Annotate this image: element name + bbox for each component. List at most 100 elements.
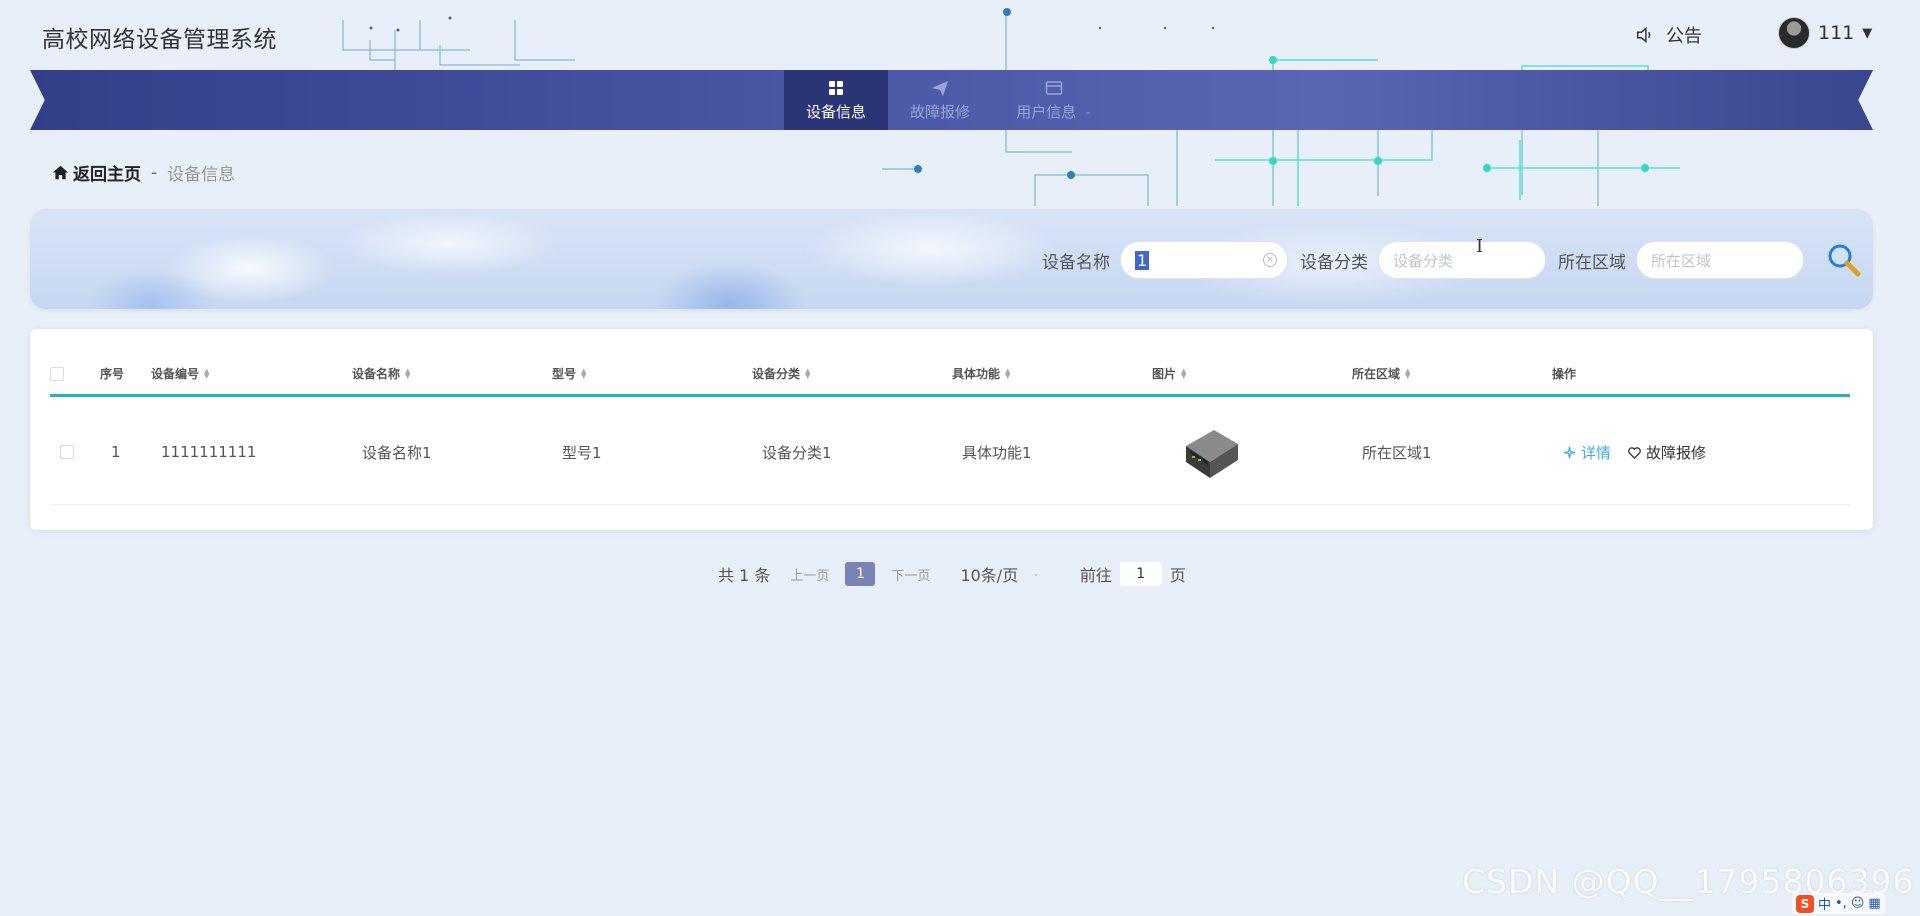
search-form: 设备名称 1 × 设备分类 设备分类 所在区域 所在区域 xyxy=(1042,240,1864,280)
category-placeholder: 设备分类 xyxy=(1393,251,1454,270)
column-header: 所在区域 xyxy=(1352,367,1401,381)
text-cursor-icon: I xyxy=(1476,236,1484,257)
detail-label: 详情 xyxy=(1581,443,1612,462)
category-input[interactable]: 设备分类 xyxy=(1378,241,1546,279)
sort-name-header[interactable]: 设备名称 ▲ ▼ xyxy=(352,353,410,394)
row-code: 1111111111 xyxy=(161,443,257,461)
page-number-button[interactable]: 1 xyxy=(845,562,876,586)
send-icon xyxy=(932,81,948,96)
row-name: 设备名称1 xyxy=(362,443,432,462)
chevron-down-icon: ⌄ xyxy=(1032,569,1040,579)
detail-button[interactable]: 详情 xyxy=(1562,442,1611,463)
table-header: 序号 设备编号 ▲ ▼ 设备名称 ▲ ▼ 型号 ▲ ▼ 设备分类 ▲ ▼ 具体功能 ▲ ▼ 图片 ▲ ▼… xyxy=(50,353,1850,397)
page-size-value: 10条/页 xyxy=(960,566,1019,585)
ime-logo-icon: S xyxy=(1796,894,1814,913)
row-function: 具体功能1 xyxy=(962,443,1032,462)
repair-button[interactable]: 故障报修 xyxy=(1627,442,1706,463)
row-area: 所在区域1 xyxy=(1362,443,1432,462)
area-label: 所在区域 xyxy=(1558,252,1626,273)
sort-icon: ▲ ▼ xyxy=(405,366,411,380)
device-name-input[interactable]: 1 × xyxy=(1120,241,1288,279)
area-placeholder: 所在区域 xyxy=(1651,251,1712,270)
network-switch-image[interactable] xyxy=(1178,416,1242,488)
notice-button[interactable]: 公告 xyxy=(1634,22,1702,48)
sort-area-header[interactable]: 所在区域 ▲ ▼ xyxy=(1352,353,1410,394)
column-header: 设备名称 xyxy=(352,367,401,381)
row-index: 1 xyxy=(111,443,121,461)
nav-item-device-info[interactable]: 设备信息 xyxy=(784,70,888,130)
sort-icon: ▲ ▼ xyxy=(581,366,587,380)
device-table: 序号 设备编号 ▲ ▼ 设备名称 ▲ ▼ 型号 ▲ ▼ 设备分类 ▲ ▼ 具体功能 ▲ ▼ 图片 ▲ ▼… xyxy=(30,329,1873,530)
nav-item-user-info[interactable]: 用户信息 ⌄ xyxy=(992,70,1116,130)
goto-suffix: 页 xyxy=(1169,566,1186,585)
breadcrumb-home-label: 返回主页 xyxy=(73,165,141,185)
row-checkbox[interactable] xyxy=(60,445,74,459)
chevron-down-icon: ⌄ xyxy=(1084,106,1092,117)
row-model: 型号1 xyxy=(562,443,602,462)
caret-down-icon: ▼ xyxy=(1862,25,1873,41)
device-name-value: 1 xyxy=(1135,250,1150,270)
nav-item-label: 故障报修 xyxy=(909,103,970,121)
user-menu[interactable]: 111 ▼ xyxy=(1778,17,1872,49)
home-icon xyxy=(52,165,69,180)
category-label: 设备分类 xyxy=(1300,252,1368,273)
total-prefix: 共 xyxy=(718,566,735,585)
area-input[interactable]: 所在区域 xyxy=(1636,241,1804,279)
column-header: 设备编号 xyxy=(151,367,200,381)
nav-item-label: 设备信息 xyxy=(805,103,866,121)
user-name: 111 xyxy=(1818,22,1855,44)
total-suffix: 条 xyxy=(754,566,771,585)
ime-mode: 中 xyxy=(1818,898,1832,913)
column-header: 设备分类 xyxy=(752,367,801,381)
sort-code-header[interactable]: 设备编号 ▲ ▼ xyxy=(151,353,209,394)
heart-icon xyxy=(1628,446,1641,459)
emoji-icon: ☺ xyxy=(1850,896,1865,911)
sort-function-header[interactable]: 具体功能 ▲ ▼ xyxy=(952,353,1010,394)
goto-page-input[interactable]: 1 xyxy=(1119,562,1162,586)
page-size-select[interactable]: 10条/页 ⌄ xyxy=(960,562,1039,586)
table-row: 1 1111111111 设备名称1 型号1 设备分类1 具体功能1 所在区域1… xyxy=(50,400,1850,505)
notice-label: 公告 xyxy=(1666,26,1702,47)
nav-item-label: 用户信息 xyxy=(1016,103,1077,121)
column-header: 型号 xyxy=(552,367,577,381)
column-header: 序号 xyxy=(100,367,125,381)
ime-punct: •, xyxy=(1835,896,1847,911)
app-title: 高校网络设备管理系统 xyxy=(42,27,277,53)
total-count: 共 1 条 xyxy=(718,562,770,586)
avatar xyxy=(1778,17,1810,49)
sort-icon: ▲ ▼ xyxy=(1005,366,1011,380)
breadcrumb-separator: - xyxy=(151,162,158,183)
clear-icon[interactable]: × xyxy=(1263,253,1277,267)
goto-prefix: 前往 xyxy=(1079,566,1112,585)
breadcrumb-current: 设备信息 xyxy=(167,165,236,185)
sort-icon: ▲ ▼ xyxy=(805,366,811,380)
keyboard-icon: ▦ xyxy=(1868,896,1881,911)
prev-page-button[interactable]: 上一页 xyxy=(790,565,829,584)
sort-category-header[interactable]: 设备分类 ▲ ▼ xyxy=(752,353,810,394)
search-icon[interactable] xyxy=(1824,240,1864,280)
sort-icon: ▲ ▼ xyxy=(204,366,210,380)
select-all-checkbox[interactable] xyxy=(50,366,64,381)
speaker-icon xyxy=(1636,27,1651,43)
sort-model-header[interactable]: 型号 ▲ ▼ xyxy=(552,353,586,394)
pagination: 共 1 条 上一页 1 下一页 10条/页 ⌄ 前往 1 页 xyxy=(718,562,1186,586)
card-icon xyxy=(1045,81,1063,95)
column-header: 图片 xyxy=(1152,367,1177,381)
row-category: 设备分类1 xyxy=(762,443,832,462)
sort-icon: ▲ ▼ xyxy=(1181,366,1187,380)
grid-icon xyxy=(829,81,843,95)
nav-item-fault-repair[interactable]: 故障报修 xyxy=(888,70,992,130)
column-header: 操作 xyxy=(1552,367,1577,381)
sort-icon: ▲ ▼ xyxy=(1405,366,1411,380)
breadcrumb: 返回主页 - 设备信息 xyxy=(52,160,235,185)
main-nav: 设备信息 故障报修 用户信息 ⌄ xyxy=(784,70,1116,130)
next-page-button[interactable]: 下一页 xyxy=(891,565,930,584)
sparkle-icon xyxy=(1563,446,1576,458)
ime-toolbar[interactable]: S 中 •, ☺ ▦ xyxy=(1792,893,1885,914)
sort-image-header[interactable]: 图片 ▲ ▼ xyxy=(1152,353,1186,394)
column-header: 具体功能 xyxy=(952,367,1001,381)
total-value: 1 xyxy=(739,566,750,585)
breadcrumb-home-link[interactable]: 返回主页 xyxy=(52,160,141,185)
repair-label: 故障报修 xyxy=(1646,443,1707,462)
device-name-label: 设备名称 xyxy=(1042,252,1110,273)
